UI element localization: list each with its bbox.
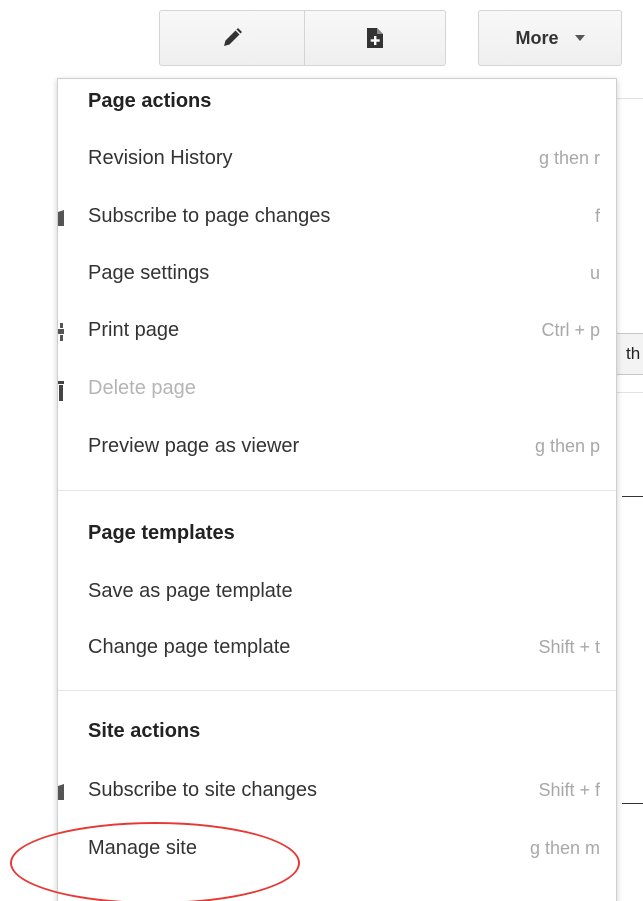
menu-item-subscribe-page-changes[interactable]: Subscribe to page changes f — [58, 197, 616, 237]
menu-item-shortcut: Shift + t — [538, 637, 600, 657]
menu-item-shortcut: u — [589, 263, 600, 283]
new-page-button[interactable] — [304, 10, 446, 66]
background-divider — [616, 392, 643, 393]
menu-item-label: Print page — [88, 319, 180, 341]
menu-item-label: Manage site — [88, 837, 197, 859]
menu-item-manage-site[interactable]: Manage site g then m — [58, 829, 616, 869]
caret-down-icon — [574, 35, 585, 41]
background-rule — [622, 803, 643, 804]
menu-divider — [58, 490, 616, 491]
edit-page-button[interactable] — [159, 10, 305, 66]
menu-item-print-page[interactable]: Print page Ctrl + p — [58, 311, 616, 351]
background-tab[interactable]: th — [614, 333, 643, 375]
menu-item-label: Delete page — [88, 377, 196, 399]
background-rule — [622, 496, 643, 497]
menu-heading-site-actions: Site actions — [88, 720, 201, 742]
menu-item-shortcut: g then p — [534, 436, 600, 456]
menu-divider — [58, 690, 616, 691]
menu-item-delete-page[interactable]: Delete page — [58, 369, 616, 409]
menu-item-shortcut: g then m — [529, 838, 600, 858]
menu-item-label: Revision History — [88, 147, 233, 169]
menu-item-subscribe-site-changes[interactable]: Subscribe to site changes Shift + f — [58, 771, 616, 811]
new-page-icon — [367, 28, 383, 48]
menu-item-label: Preview page as viewer — [88, 435, 300, 457]
menu-item-shortcut: Ctrl + p — [541, 320, 600, 340]
menu-item-page-settings[interactable]: Page settings u — [58, 254, 616, 294]
menu-item-label: Subscribe to page changes — [88, 205, 331, 227]
background-divider — [616, 98, 643, 99]
menu-item-change-template[interactable]: Change page template Shift + t — [58, 628, 616, 668]
menu-heading-page-templates: Page templates — [88, 522, 235, 544]
more-actions-menu: Page actions Revision History g then r S… — [57, 78, 617, 901]
background-tab-text: th — [626, 344, 641, 363]
trash-icon — [58, 381, 64, 401]
screenshot-stage: More th Page actions Revision History g … — [0, 0, 643, 901]
menu-item-preview-as-viewer[interactable]: Preview page as viewer g then p — [58, 427, 616, 467]
menu-item-label: Subscribe to site changes — [88, 779, 318, 801]
menu-item-revision-history[interactable]: Revision History g then r — [58, 139, 616, 179]
menu-item-shortcut: Shift + f — [538, 780, 600, 800]
menu-item-shortcut: f — [594, 206, 600, 226]
more-button[interactable]: More — [478, 10, 622, 66]
subscribe-icon — [58, 784, 64, 800]
menu-item-save-as-template[interactable]: Save as page template — [58, 572, 616, 612]
pencil-icon — [224, 28, 242, 46]
menu-heading-page-actions: Page actions — [88, 90, 212, 112]
print-icon — [58, 323, 64, 341]
menu-item-label: Save as page template — [88, 580, 293, 602]
subscribe-icon — [58, 210, 64, 226]
menu-item-label: Change page template — [88, 636, 291, 658]
menu-item-label: Page settings — [88, 262, 210, 284]
more-button-label: More — [515, 27, 559, 48]
menu-item-shortcut: g then r — [538, 148, 600, 168]
